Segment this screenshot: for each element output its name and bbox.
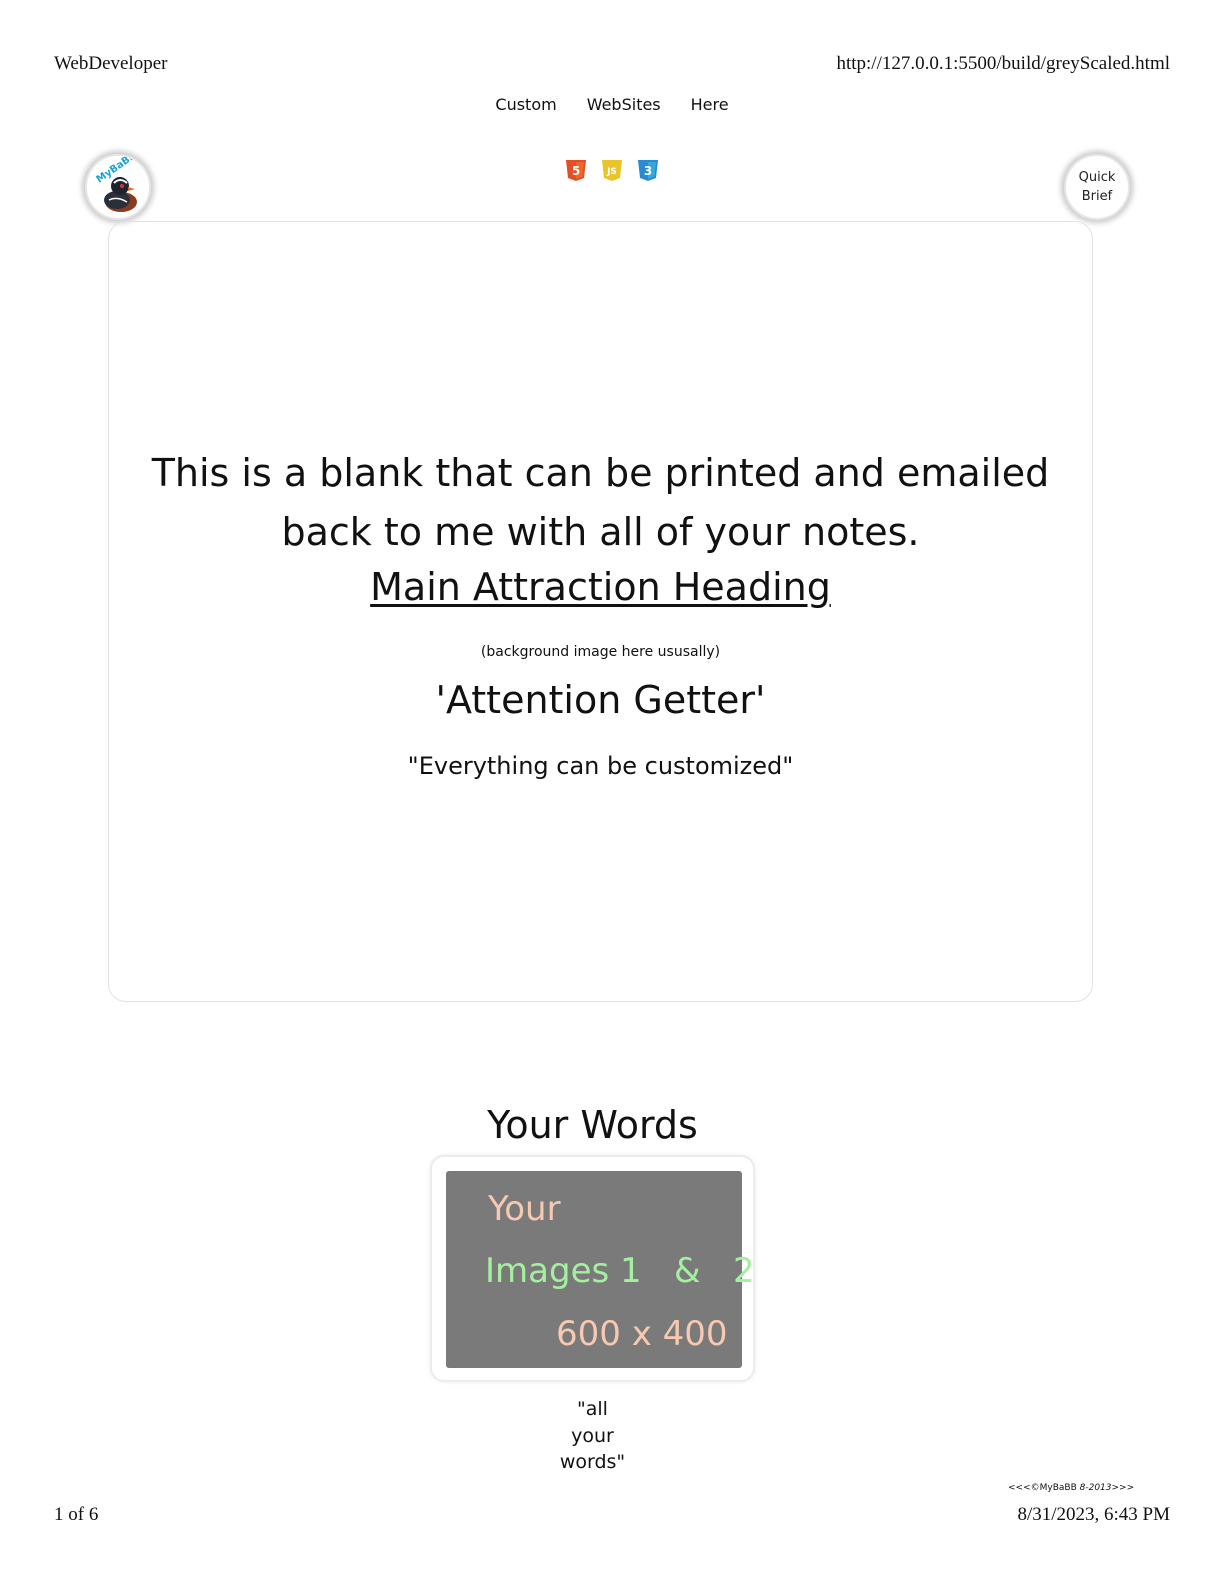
nav-link-here[interactable]: Here — [691, 95, 729, 114]
placeholder-line-images: Images 1 & 2 — [485, 1251, 755, 1291]
svg-text:JS: JS — [606, 167, 617, 177]
hero-section: This is a blank that can be printed and … — [108, 221, 1093, 1002]
print-page-url: http://127.0.0.1:5500/build/greyScaled.h… — [836, 53, 1170, 74]
words-quote-line: words" — [559, 1451, 626, 1473]
print-page-title: WebDeveloper — [54, 53, 168, 74]
css3-icon: 3 — [638, 160, 658, 181]
words-quote: "all your words" — [0, 1396, 1185, 1476]
hero-tagline: "Everything can be customized" — [407, 752, 794, 780]
copyright-notice: <<<©MyBaBB 8-2013>>> — [1008, 1483, 1134, 1493]
svg-text:3: 3 — [644, 164, 652, 178]
placeholder-line-size: 600 x 400 — [556, 1314, 728, 1354]
hero-background-note: (background image here ususally) — [480, 644, 721, 660]
svg-text:5: 5 — [572, 164, 580, 178]
top-nav: Custom WebSites Here — [0, 95, 1224, 114]
main-attraction-heading: Main Attraction Heading — [370, 565, 831, 609]
html5-icon: 5 — [566, 160, 586, 181]
copyright-years: 8-2013 — [1079, 1483, 1112, 1493]
print-datetime: 8/31/2023, 6:43 PM — [1017, 1504, 1170, 1525]
placeholder-line-your: Your — [488, 1189, 561, 1229]
javascript-icon: JS — [602, 160, 622, 181]
print-header: WebDeveloper http://127.0.0.1:5500/build… — [54, 53, 1170, 75]
print-page-count: 1 of 6 — [54, 1504, 99, 1525]
words-quote-line: your — [571, 1424, 614, 1447]
copyright-suffix: >>> — [1111, 1483, 1135, 1493]
words-quote-line: "all — [577, 1398, 608, 1420]
tech-icon-row: 5 JS 3 — [0, 156, 1224, 182]
quick-brief-line2: Brief — [1081, 189, 1113, 204]
nav-link-custom[interactable]: Custom — [495, 95, 556, 114]
nav-link-websites[interactable]: WebSites — [587, 95, 661, 114]
quick-brief-button[interactable]: Quick Brief — [1064, 154, 1130, 220]
attention-getter: 'Attention Getter' — [435, 678, 766, 722]
your-words-title: Your Words — [487, 1103, 698, 1147]
image-placeholder: Your Images 1 & 2 600 x 400 — [446, 1171, 755, 1368]
image-frame: Your Images 1 & 2 600 x 400 — [430, 1155, 755, 1382]
hero-intro-text: This is a blank that can be printed and … — [151, 451, 1050, 554]
print-footer: 1 of 6 8/31/2023, 6:43 PM — [54, 1504, 1170, 1526]
copyright-prefix: <<<©MyBaBB — [1008, 1483, 1080, 1493]
quick-brief-line1: Quick — [1078, 170, 1116, 185]
